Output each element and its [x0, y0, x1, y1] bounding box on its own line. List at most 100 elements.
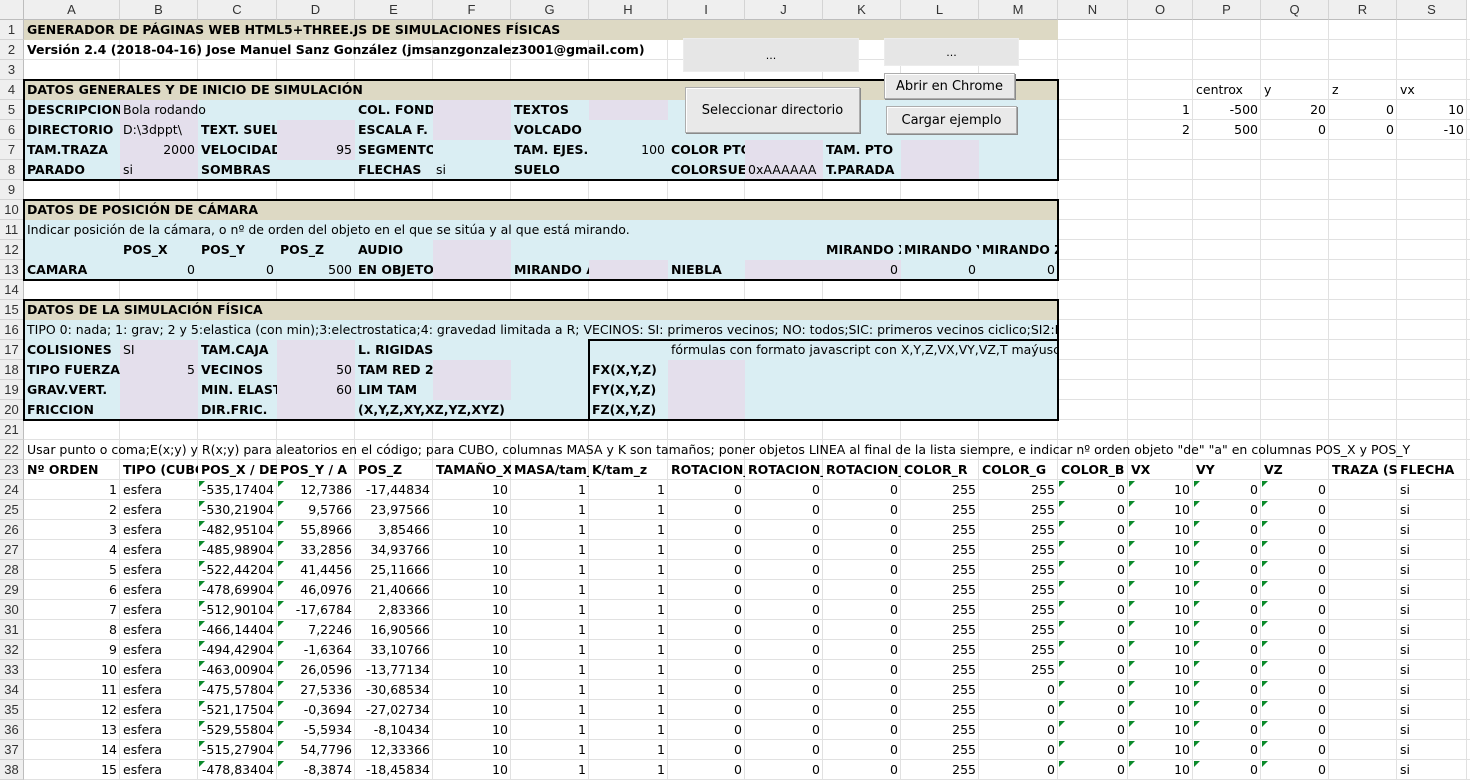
table-cell[interactable]: 255 — [979, 480, 1058, 500]
table-cell[interactable]: 0 — [745, 620, 823, 640]
table-cell[interactable]: 55,8966 — [277, 520, 355, 540]
row-header[interactable]: 20 — [0, 400, 24, 420]
cell[interactable]: 500 — [277, 260, 355, 280]
table-cell[interactable]: 255 — [901, 600, 979, 620]
cell[interactable]: PARADO — [24, 160, 120, 180]
table-cell[interactable]: 0 — [823, 700, 901, 720]
table-header[interactable]: K/tam_z — [589, 460, 668, 480]
side-header[interactable]: vx — [1397, 80, 1467, 100]
table-cell[interactable]: 10 — [433, 560, 511, 580]
table-cell[interactable]: 25,11666 — [355, 560, 433, 580]
table-cell[interactable]: 0 — [1058, 740, 1128, 760]
table-cell[interactable]: 7,2246 — [277, 620, 355, 640]
row-header[interactable]: 34 — [0, 680, 24, 700]
column-header[interactable]: A — [24, 0, 120, 20]
table-cell[interactable]: 1 — [589, 760, 668, 780]
table-cell[interactable]: 0 — [745, 660, 823, 680]
column-header[interactable]: R — [1329, 0, 1397, 20]
table-cell[interactable]: 0 — [1058, 720, 1128, 740]
browse-button-2[interactable]: ... — [884, 38, 1019, 66]
cell[interactable]: 5 — [120, 360, 198, 380]
cell[interactable]: CAMARA — [24, 260, 120, 280]
table-cell[interactable]: -466,14404 — [198, 620, 277, 640]
table-cell[interactable]: 0 — [745, 500, 823, 520]
table-cell[interactable]: 255 — [979, 540, 1058, 560]
table-cell[interactable]: -512,90104 — [198, 600, 277, 620]
row-header[interactable]: 17 — [0, 340, 24, 360]
table-cell[interactable]: esfera — [120, 680, 198, 700]
table-cell[interactable]: -13,77134 — [355, 660, 433, 680]
cell[interactable]: MIN. ELAST. — [198, 380, 277, 400]
cell[interactable]: MIRANDO A — [511, 260, 589, 280]
table-cell[interactable]: 11 — [24, 680, 120, 700]
column-header[interactable]: I — [668, 0, 745, 20]
table-cell[interactable]: -18,45834 — [355, 760, 433, 780]
table-cell[interactable]: 12,7386 — [277, 480, 355, 500]
table-cell[interactable]: 0 — [1261, 500, 1329, 520]
cell[interactable]: VECINOS — [198, 360, 277, 380]
cell[interactable]: POS_X — [120, 240, 198, 260]
table-cell[interactable]: -475,57804 — [198, 680, 277, 700]
column-header[interactable]: D — [277, 0, 355, 20]
table-cell[interactable]: 1 — [511, 700, 589, 720]
table-cell[interactable]: 0 — [1193, 640, 1261, 660]
cell[interactable]: FZ(X,Y,Z) — [589, 400, 668, 420]
table-cell[interactable]: 0 — [1193, 760, 1261, 780]
table-cell[interactable]: 3,85466 — [355, 520, 433, 540]
cell[interactable]: 0 — [823, 260, 901, 280]
table-cell[interactable]: 255 — [979, 580, 1058, 600]
table-cell[interactable]: si — [1397, 500, 1467, 520]
table-cell[interactable]: 0 — [668, 640, 745, 660]
table-cell[interactable]: 0 — [1261, 680, 1329, 700]
table-cell[interactable]: 1 — [589, 740, 668, 760]
table-cell[interactable]: 0 — [668, 600, 745, 620]
table-cell[interactable]: -522,44204 — [198, 560, 277, 580]
table-header[interactable]: MASA/tam_ — [511, 460, 589, 480]
table-cell[interactable]: 255 — [979, 640, 1058, 660]
row-header[interactable]: 19 — [0, 380, 24, 400]
table-cell[interactable]: -478,69904 — [198, 580, 277, 600]
table-header[interactable]: COLOR_R — [901, 460, 979, 480]
table-cell[interactable]: 0 — [745, 520, 823, 540]
table-cell[interactable]: si — [1397, 540, 1467, 560]
table-cell[interactable]: 1 — [511, 560, 589, 580]
row-header[interactable]: 25 — [0, 500, 24, 520]
cell[interactable]: TAM.TRAZA — [24, 140, 120, 160]
table-cell[interactable]: si — [1397, 740, 1467, 760]
side-cell[interactable]: 10 — [1397, 100, 1467, 120]
row-header[interactable]: 23 — [0, 460, 24, 480]
table-cell[interactable]: -482,95104 — [198, 520, 277, 540]
cell[interactable]: DIRECTORIO — [24, 120, 120, 140]
side-cell[interactable]: 2 — [1128, 120, 1193, 140]
select-all-corner[interactable] — [0, 0, 24, 20]
table-cell[interactable]: 0 — [1193, 700, 1261, 720]
cell[interactable]: 0 — [198, 260, 277, 280]
table-cell[interactable]: 255 — [901, 520, 979, 540]
row-header[interactable]: 29 — [0, 580, 24, 600]
table-cell[interactable]: 10 — [433, 740, 511, 760]
table-cell[interactable]: 0 — [823, 560, 901, 580]
cell[interactable]: COLORSUELO — [668, 160, 745, 180]
row-header[interactable]: 36 — [0, 720, 24, 740]
table-cell[interactable]: 0 — [1058, 520, 1128, 540]
table-cell[interactable] — [1329, 480, 1397, 500]
row-header[interactable]: 14 — [0, 280, 24, 300]
table-cell[interactable]: 1 — [589, 660, 668, 680]
cell[interactable]: TAM. PTO — [823, 140, 901, 160]
table-cell[interactable]: 8 — [24, 620, 120, 640]
table-header[interactable]: POS_X / DE — [198, 460, 277, 480]
row-header[interactable]: 27 — [0, 540, 24, 560]
table-cell[interactable]: 41,4456 — [277, 560, 355, 580]
table-cell[interactable]: 0 — [1058, 640, 1128, 660]
table-cell[interactable]: 0 — [1261, 600, 1329, 620]
table-cell[interactable]: 1 — [589, 700, 668, 720]
table-cell[interactable]: 0 — [745, 480, 823, 500]
table-cell[interactable]: 1 — [589, 520, 668, 540]
row-header[interactable]: 37 — [0, 740, 24, 760]
column-header[interactable]: L — [901, 0, 979, 20]
row-header[interactable]: 24 — [0, 480, 24, 500]
table-cell[interactable]: -485,98904 — [198, 540, 277, 560]
table-cell[interactable]: si — [1397, 720, 1467, 740]
table-cell[interactable]: 10 — [1128, 480, 1193, 500]
table-cell[interactable]: -463,00904 — [198, 660, 277, 680]
